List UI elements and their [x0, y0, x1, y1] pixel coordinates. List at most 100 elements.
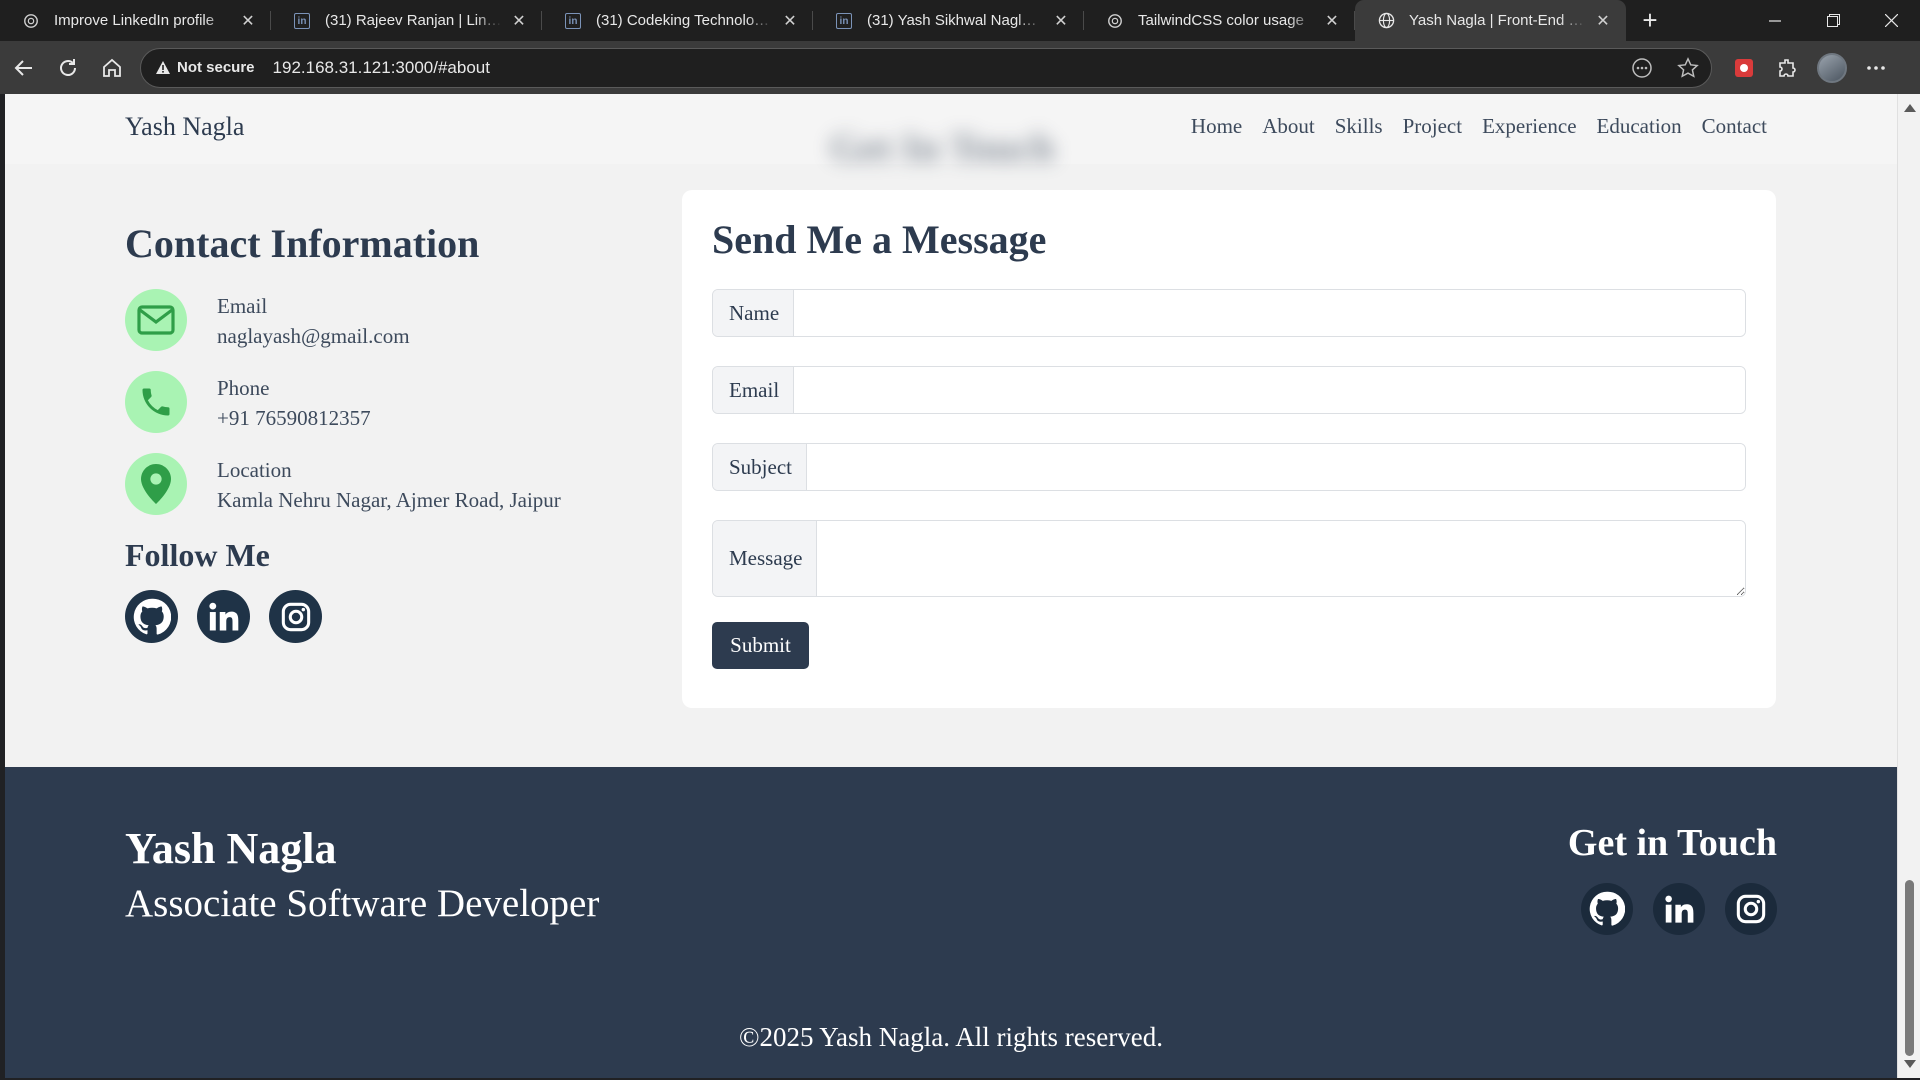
restore-icon[interactable] — [1804, 0, 1862, 41]
contact-heading: Contact Information — [125, 221, 480, 266]
reload-icon[interactable] — [46, 46, 90, 90]
contact-label: Email — [217, 294, 268, 318]
github-icon[interactable] — [125, 590, 178, 643]
footer-get-in-touch: Get in Touch — [1567, 822, 1777, 864]
page-scrollbar[interactable] — [1897, 94, 1920, 1078]
message-textarea[interactable] — [817, 521, 1745, 596]
home-icon[interactable] — [90, 46, 134, 90]
chatgpt-icon — [1106, 12, 1124, 30]
phone-icon — [125, 371, 187, 433]
tab-title: (31) Codeking Technologies P — [596, 12, 773, 29]
scrollbar-thumb[interactable] — [1905, 880, 1914, 1056]
map-pin-icon — [125, 453, 187, 515]
address-bar[interactable]: Not secure 192.168.31.121:3000/#about — [140, 47, 1712, 88]
page-viewport: Yash Nagla Get In Touch Home About Skill… — [5, 94, 1897, 1078]
nav-link-project[interactable]: Project — [1403, 114, 1462, 139]
footer-role: Associate Software Developer — [125, 882, 600, 925]
tab-title: (31) Yash Sikhwal Nagla | Link — [867, 12, 1044, 29]
contact-phone-value[interactable]: +91 76590812357 — [217, 403, 371, 433]
chatgpt-icon — [22, 12, 40, 30]
more-menu-icon[interactable] — [1854, 46, 1898, 90]
subject-field-group: Subject — [712, 443, 1746, 491]
browser-tab-active[interactable]: Yash Nagla | Front-End Devel ✕ — [1355, 0, 1626, 41]
browser-tab-bar: Improve LinkedIn profile ✕ in (31) Rajee… — [0, 0, 1920, 41]
footer-name: Yash Nagla — [125, 824, 337, 873]
name-field-group: Name — [712, 289, 1746, 337]
back-icon[interactable] — [2, 46, 46, 90]
warning-icon — [156, 61, 170, 74]
contact-label: Location — [217, 458, 292, 482]
browser-toolbar: Not secure 192.168.31.121:3000/#about — [0, 41, 1920, 94]
email-field-group: Email — [712, 366, 1746, 414]
contact-email-value[interactable]: naglayash@gmail.com — [217, 321, 410, 351]
close-tab-icon[interactable]: ✕ — [1052, 12, 1070, 30]
security-label: Not secure — [177, 59, 255, 76]
name-field-label: Name — [713, 290, 795, 336]
form-heading: Send Me a Message — [712, 217, 1047, 262]
linkedin-icon: in — [564, 12, 582, 30]
close-window-icon[interactable] — [1862, 0, 1920, 41]
footer-social-links — [1581, 883, 1777, 935]
blurred-section-heading: Get In Touch — [830, 125, 1055, 170]
contact-location-value: Kamla Nehru Nagar, Ajmer Road, Jaipur — [217, 488, 561, 512]
follow-me-section: Follow Me — [125, 537, 665, 643]
subject-input[interactable] — [807, 444, 1745, 490]
linkedin-icon[interactable] — [197, 590, 250, 643]
url-text[interactable]: 192.168.31.121:3000/#about — [273, 58, 490, 78]
nav-link-about[interactable]: About — [1262, 114, 1315, 139]
tab-title: TailwindCSS color usage — [1138, 12, 1304, 29]
nav-link-education[interactable]: Education — [1597, 114, 1682, 139]
linkedin-icon[interactable] — [1653, 883, 1705, 935]
globe-icon — [1377, 12, 1395, 30]
instagram-icon[interactable] — [269, 590, 322, 643]
bookmark-star-icon[interactable] — [1665, 56, 1711, 79]
minimize-icon[interactable] — [1746, 0, 1804, 41]
contact-item-email: Email naglayash@gmail.com — [125, 289, 665, 371]
github-icon[interactable] — [1581, 883, 1633, 935]
close-tab-icon[interactable]: ✕ — [239, 12, 257, 30]
submit-button[interactable]: Submit — [712, 622, 809, 669]
nav-link-home[interactable]: Home — [1191, 114, 1242, 139]
security-indicator[interactable]: Not secure — [155, 59, 255, 76]
browser-tab[interactable]: in (31) Codeking Technologies P ✕ — [542, 0, 813, 41]
browser-tab[interactable]: TailwindCSS color usage ✕ — [1084, 0, 1355, 41]
linkedin-icon: in — [835, 12, 853, 30]
contact-label: Phone — [217, 376, 270, 400]
instagram-icon[interactable] — [1725, 883, 1777, 935]
new-tab-button[interactable]: + — [1626, 0, 1674, 41]
nav-link-contact[interactable]: Contact — [1702, 114, 1767, 139]
close-tab-icon[interactable]: ✕ — [1323, 12, 1341, 30]
close-tab-icon[interactable]: ✕ — [510, 12, 528, 30]
nav-link-skills[interactable]: Skills — [1335, 114, 1383, 139]
email-input[interactable] — [794, 367, 1745, 413]
scroll-up-arrow-icon[interactable] — [1904, 104, 1916, 112]
nav-links: Home About Skills Project Experience Edu… — [1191, 114, 1767, 139]
site-footer: Yash Nagla Associate Software Developer … — [5, 767, 1897, 1078]
contact-item-location: Location Kamla Nehru Nagar, Ajmer Road, … — [125, 453, 665, 535]
message-field-group: Message — [712, 520, 1746, 597]
browser-tab[interactable]: in (31) Yash Sikhwal Nagla | Link ✕ — [813, 0, 1084, 41]
close-tab-icon[interactable]: ✕ — [781, 12, 799, 30]
page-options-icon[interactable] — [1619, 57, 1665, 79]
window-controls — [1746, 0, 1920, 41]
contact-item-phone: Phone +91 76590812357 — [125, 371, 665, 453]
nav-link-experience[interactable]: Experience — [1482, 114, 1576, 139]
browser-tab[interactable]: in (31) Rajeev Ranjan | LinkedIn ✕ — [271, 0, 542, 41]
envelope-icon — [125, 289, 187, 351]
close-tab-icon[interactable]: ✕ — [1594, 12, 1612, 30]
extension-icon[interactable] — [1722, 46, 1766, 90]
extensions-puzzle-icon[interactable] — [1766, 46, 1810, 90]
social-links — [125, 590, 665, 643]
tab-title: (31) Rajeev Ranjan | LinkedIn — [325, 12, 502, 29]
browser-tab[interactable]: Improve LinkedIn profile ✕ — [0, 0, 271, 41]
name-input[interactable] — [794, 290, 1745, 336]
profile-avatar[interactable] — [1810, 46, 1854, 90]
scroll-down-arrow-icon[interactable] — [1904, 1060, 1916, 1068]
contact-information: Contact Information Email naglayash@gmai… — [125, 220, 665, 643]
tab-title: Improve LinkedIn profile — [54, 12, 215, 29]
subject-field-label: Subject — [713, 444, 807, 490]
email-field-label: Email — [713, 367, 795, 413]
tab-title: Yash Nagla | Front-End Devel — [1409, 12, 1586, 29]
message-field-label: Message — [713, 521, 818, 596]
site-brand[interactable]: Yash Nagla — [125, 112, 244, 142]
